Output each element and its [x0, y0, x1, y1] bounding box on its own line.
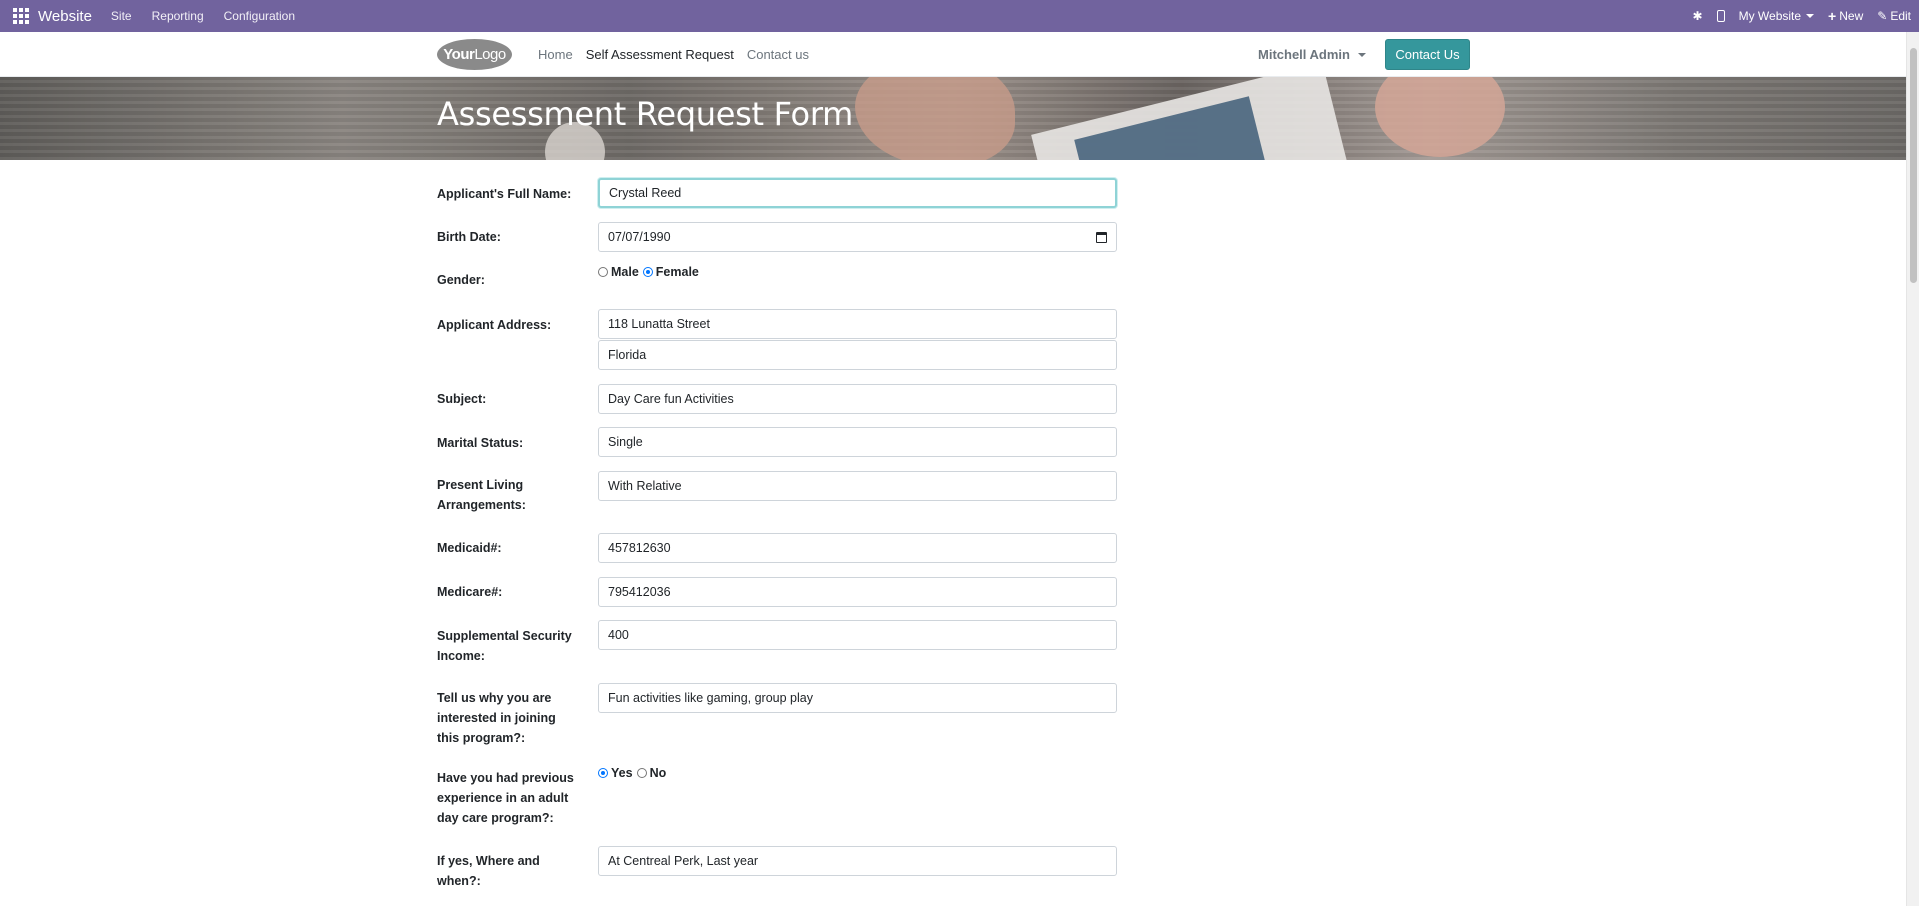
- apps-grid-icon[interactable]: [13, 8, 29, 24]
- app-brand[interactable]: Website: [38, 8, 92, 25]
- living-label: Present Living Arrangements:: [437, 478, 526, 512]
- menu-site[interactable]: Site: [111, 9, 132, 23]
- gender-option-female[interactable]: Female: [642, 265, 699, 279]
- contact-us-button[interactable]: Contact Us: [1385, 39, 1470, 70]
- yes-label: Yes: [611, 766, 633, 780]
- main-nav: Home Self Assessment Request Contact us: [538, 32, 822, 77]
- nav-home[interactable]: Home: [538, 47, 573, 62]
- female-label: Female: [655, 265, 699, 279]
- where-when-input[interactable]: At Centreal Perk, Last year: [598, 846, 1117, 876]
- ssi-input[interactable]: 400: [598, 620, 1117, 650]
- user-name: Mitchell Admin: [1258, 47, 1350, 62]
- birth-date-value: 07/07/1990: [608, 230, 671, 244]
- new-label: New: [1839, 9, 1864, 23]
- chevron-down-icon: [1357, 52, 1366, 57]
- subject-label: Subject:: [437, 392, 487, 406]
- medicare-label: Medicare#:: [437, 585, 503, 599]
- where-when-label: If yes, Where and when?:: [437, 854, 540, 888]
- chevron-down-icon: [1806, 14, 1815, 18]
- page-scrollbar[interactable]: [1906, 32, 1919, 906]
- mobile-preview-button[interactable]: [1716, 10, 1725, 22]
- pencil-icon: ✎: [1877, 9, 1888, 23]
- address-line1-input[interactable]: 118 Lunatta Street: [598, 309, 1117, 339]
- edit-button[interactable]: ✎ Edit: [1877, 9, 1911, 23]
- previous-option-yes[interactable]: Yes: [598, 766, 633, 780]
- previous-option-no[interactable]: No: [636, 766, 667, 780]
- page-title: Assessment Request Form: [437, 95, 853, 133]
- birth-date-label: Birth Date:: [437, 230, 501, 244]
- full-name-input[interactable]: Crystal Reed: [598, 178, 1117, 208]
- gender-radio-group: Male Female: [598, 265, 703, 279]
- site-logo[interactable]: Your Logo: [437, 39, 512, 70]
- male-label: Male: [611, 265, 639, 279]
- mobile-phone-icon: [1716, 10, 1725, 22]
- radio-no[interactable]: [636, 768, 647, 778]
- nav-contact-us[interactable]: Contact us: [747, 47, 809, 62]
- edit-label: Edit: [1890, 9, 1911, 23]
- gender-label: Gender:: [437, 273, 485, 287]
- radio-male[interactable]: [598, 267, 608, 277]
- previous-radio-group: Yes No: [598, 766, 670, 780]
- website-selector[interactable]: My Website: [1738, 9, 1815, 23]
- medicare-input[interactable]: 795412036: [598, 577, 1117, 607]
- why-input[interactable]: Fun activities like gaming, group play: [598, 683, 1117, 713]
- marital-status-label: Marital Status:: [437, 436, 524, 450]
- plus-icon: +: [1828, 8, 1837, 24]
- previous-label: Have you had previous experience in an a…: [437, 771, 574, 825]
- birth-date-input[interactable]: 07/07/1990: [598, 222, 1117, 252]
- marital-status-input[interactable]: Single: [598, 427, 1117, 457]
- ssi-label: Supplemental Security Income:: [437, 629, 572, 663]
- medicaid-input[interactable]: 457812630: [598, 533, 1117, 563]
- address-label: Applicant Address:: [437, 318, 552, 332]
- radio-yes[interactable]: [598, 768, 608, 778]
- menu-configuration[interactable]: Configuration: [224, 9, 295, 23]
- scrollbar-thumb[interactable]: [1910, 48, 1917, 283]
- debug-bug-icon[interactable]: ✱: [1693, 9, 1703, 23]
- no-label: No: [649, 766, 667, 780]
- user-menu[interactable]: Mitchell Admin: [1258, 47, 1366, 62]
- new-button[interactable]: + New: [1828, 8, 1863, 24]
- page-banner: Assessment Request Form: [0, 77, 1906, 160]
- menu-reporting[interactable]: Reporting: [152, 9, 204, 23]
- medicaid-label: Medicaid#:: [437, 541, 502, 555]
- address-line2-input[interactable]: Florida: [598, 340, 1117, 370]
- site-header: Your Logo Home Self Assessment Request Co…: [0, 32, 1906, 77]
- subject-input[interactable]: Day Care fun Activities: [598, 384, 1117, 414]
- living-input[interactable]: With Relative: [598, 471, 1117, 501]
- radio-female[interactable]: [642, 267, 653, 277]
- calendar-icon[interactable]: [1096, 232, 1107, 243]
- admin-top-bar: Website Site Reporting Configuration ✱ M…: [0, 0, 1919, 32]
- website-selector-label: My Website: [1738, 9, 1802, 23]
- why-label: Tell us why you are interested in joinin…: [437, 691, 556, 745]
- gender-option-male[interactable]: Male: [598, 265, 639, 279]
- nav-self-assessment-request[interactable]: Self Assessment Request: [586, 47, 734, 62]
- full-name-label: Applicant's Full Name:: [437, 187, 572, 201]
